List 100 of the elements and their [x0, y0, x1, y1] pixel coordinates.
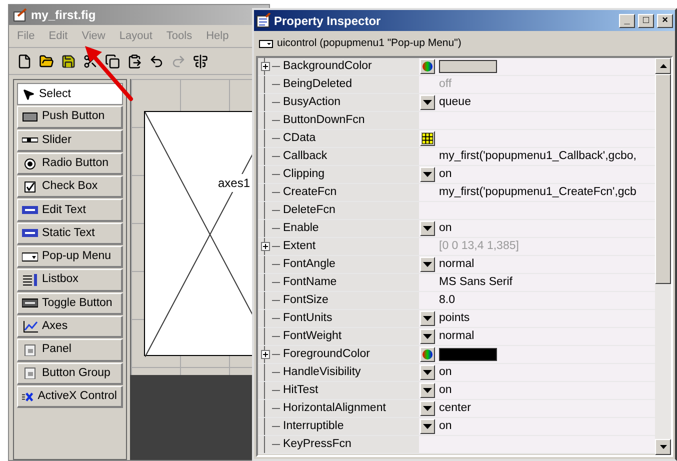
dropdown-button[interactable] — [420, 329, 435, 344]
minimize-button[interactable]: _ — [619, 14, 635, 28]
scrollbar[interactable] — [655, 58, 671, 455]
expand-toggle[interactable] — [260, 62, 270, 71]
listbox-icon — [22, 274, 38, 286]
property-value[interactable]: my_first('popupmenu1_CreateFcn',gcb — [439, 184, 636, 201]
property-value[interactable]: on — [439, 364, 452, 381]
property-value[interactable]: 8.0 — [439, 292, 455, 309]
property-value: off — [439, 76, 452, 92]
property-name: Clipping — [283, 166, 325, 182]
save-icon[interactable] — [61, 54, 76, 68]
property-value[interactable]: normal — [439, 256, 474, 273]
palette-button[interactable]: Static Text — [17, 222, 123, 246]
palette-button[interactable]: Panel — [17, 339, 123, 362]
color-picker-button[interactable] — [420, 347, 435, 362]
property-name: FontWeight — [283, 328, 342, 344]
color-picker-button[interactable] — [420, 59, 435, 74]
pointer-icon — [22, 88, 35, 101]
popup-menu-icon — [259, 40, 273, 48]
caret-icon — [423, 424, 432, 429]
button-group-icon — [22, 367, 38, 380]
palette-button[interactable]: Pop-up Menu — [17, 246, 123, 268]
caret-icon — [423, 406, 432, 411]
expand-toggle[interactable] — [260, 350, 270, 359]
paste-icon[interactable] — [127, 54, 142, 68]
panel-icon — [22, 344, 38, 356]
property-value[interactable]: my_first('popupmenu1_Callback',gcbo, — [439, 148, 636, 165]
dropdown-button[interactable] — [420, 401, 435, 416]
caret-icon — [423, 370, 432, 375]
palette-button[interactable]: Edit Text — [17, 199, 123, 222]
caret-icon — [423, 226, 432, 231]
property-name: BusyAction — [283, 94, 341, 110]
color-wheel-icon — [422, 349, 433, 360]
property-value[interactable]: on — [439, 382, 452, 399]
palette-button[interactable]: Button Group — [17, 362, 123, 385]
property-name: BackgroundColor — [283, 58, 372, 74]
copy-icon[interactable] — [105, 54, 120, 68]
expand-toggle[interactable] — [260, 242, 270, 251]
dropdown-button[interactable] — [420, 95, 435, 110]
matrix-button[interactable] — [420, 131, 435, 146]
dropdown-button[interactable] — [420, 365, 435, 380]
property-value: [0 0 13,4 1,385] — [439, 238, 519, 254]
plus-icon — [262, 244, 268, 249]
palette-button[interactable]: Check Box — [17, 176, 123, 198]
axes-label: axes1 — [218, 174, 250, 192]
axes-icon — [22, 320, 38, 333]
plus-icon — [262, 64, 268, 69]
property-value[interactable]: on — [439, 418, 452, 435]
maximize-button[interactable]: □ — [638, 14, 654, 28]
property-name: FontName — [283, 274, 337, 290]
palette-button[interactable]: Radio Button — [17, 152, 123, 176]
popup-menu-icon — [22, 250, 38, 263]
property-value[interactable]: center — [439, 400, 471, 417]
align-icon[interactable] — [193, 54, 208, 68]
window-title: my_first.fig — [31, 7, 96, 24]
down-arrow-icon — [660, 445, 666, 449]
dropdown-button[interactable] — [420, 221, 435, 236]
property-value[interactable]: points — [439, 310, 470, 327]
property-name: CreateFcn — [283, 184, 337, 200]
folder-icon[interactable] — [39, 54, 54, 68]
palette-button[interactable]: Slider — [17, 130, 123, 152]
scroll-up-button[interactable] — [655, 58, 671, 74]
property-name: HitTest — [283, 382, 318, 398]
dropdown-button[interactable] — [420, 311, 435, 326]
property-value[interactable]: queue — [439, 94, 471, 111]
undo-icon[interactable] — [149, 54, 164, 68]
palette-button[interactable]: Toggle Button — [17, 292, 123, 315]
palette-button[interactable]: Listbox — [17, 269, 123, 292]
palette-button[interactable]: Axes — [17, 316, 123, 338]
dropdown-button[interactable] — [420, 383, 435, 398]
caret-icon — [423, 388, 432, 393]
dropdown-button[interactable] — [420, 167, 435, 182]
checkbox-icon — [22, 180, 38, 193]
property-value[interactable]: MS Sans Serif — [439, 274, 512, 291]
arrow-annotation — [82, 44, 134, 102]
property-value[interactable]: normal — [439, 328, 474, 345]
window-title: Property Inspector — [274, 12, 382, 30]
dropdown-button[interactable] — [420, 257, 435, 272]
property-name: FontUnits — [283, 310, 332, 326]
dropdown-button[interactable] — [420, 419, 435, 434]
property-name: CData — [283, 130, 316, 146]
palette-button[interactable]: ActiveX Control — [17, 386, 123, 408]
property-name: ButtonDownFcn — [283, 112, 365, 128]
caret-icon — [423, 172, 432, 177]
scroll-thumb[interactable] — [655, 74, 671, 284]
palette-button[interactable]: Select — [17, 83, 123, 106]
palette-button[interactable]: Push Button — [17, 106, 123, 129]
object-label: uicontrol (popupmenu1 "Pop-up Menu") — [277, 36, 462, 51]
new-file-icon[interactable] — [17, 54, 32, 68]
property-value[interactable]: on — [439, 220, 452, 237]
cut-icon[interactable] — [83, 54, 98, 68]
caret-icon — [423, 334, 432, 339]
property-value[interactable]: on — [439, 166, 452, 183]
property-name: ForegroundColor — [283, 346, 370, 362]
toggle-button-icon — [22, 297, 38, 310]
property-name: DeleteFcn — [283, 202, 336, 218]
grid-icon — [422, 133, 433, 144]
scroll-down-button[interactable] — [655, 439, 671, 455]
close-button[interactable]: × — [657, 14, 673, 28]
property-name: Interruptible — [283, 418, 344, 434]
